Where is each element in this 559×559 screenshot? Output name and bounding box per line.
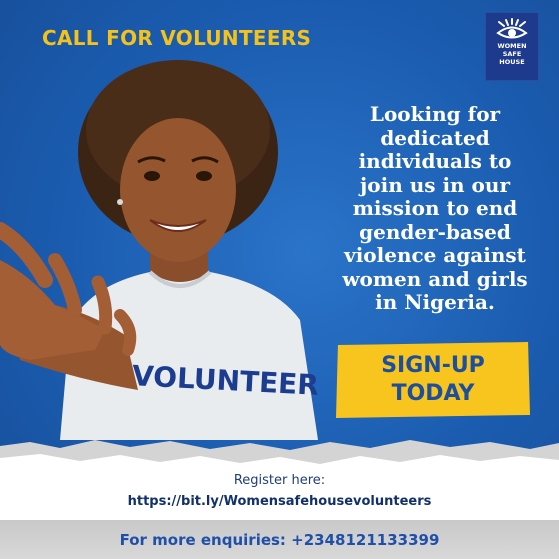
face	[120, 118, 236, 262]
poster: CALL FOR VOLUNTEERS WOMEN SAFE HOUSE VOL…	[0, 0, 559, 559]
sign-up-line-1: SIGN-UP	[381, 353, 485, 378]
eye-icon	[496, 18, 528, 39]
logo: WOMEN SAFE HOUSE	[485, 12, 539, 81]
sign-up-button[interactable]: SIGN-UP TODAY	[336, 342, 530, 418]
register-label: Register here:	[233, 473, 326, 488]
register-link[interactable]: https://bit.ly/Womensafehousevolunteers	[0, 494, 559, 509]
headline: CALL FOR VOLUNTEERS	[42, 26, 312, 50]
logo-line-house: HOUSE	[499, 58, 525, 66]
logo-line-women: WOMEN	[497, 42, 527, 50]
sign-up-line-2: TODAY	[391, 381, 475, 406]
volunteer-illustration: VOLUNTEER	[0, 60, 320, 440]
logo-line-safe: SAFE	[502, 50, 522, 58]
logo-text: WOMEN SAFE HOUSE	[497, 42, 526, 66]
enquiries-text: For more enquiries: +2348121133399	[119, 530, 440, 549]
register-section: Register here: https://bit.ly/Womensafeh…	[0, 468, 559, 520]
enquiries-bar: For more enquiries: +2348121133399	[0, 520, 559, 559]
mission-message: Looking for dedicated individuals to joi…	[342, 102, 528, 314]
